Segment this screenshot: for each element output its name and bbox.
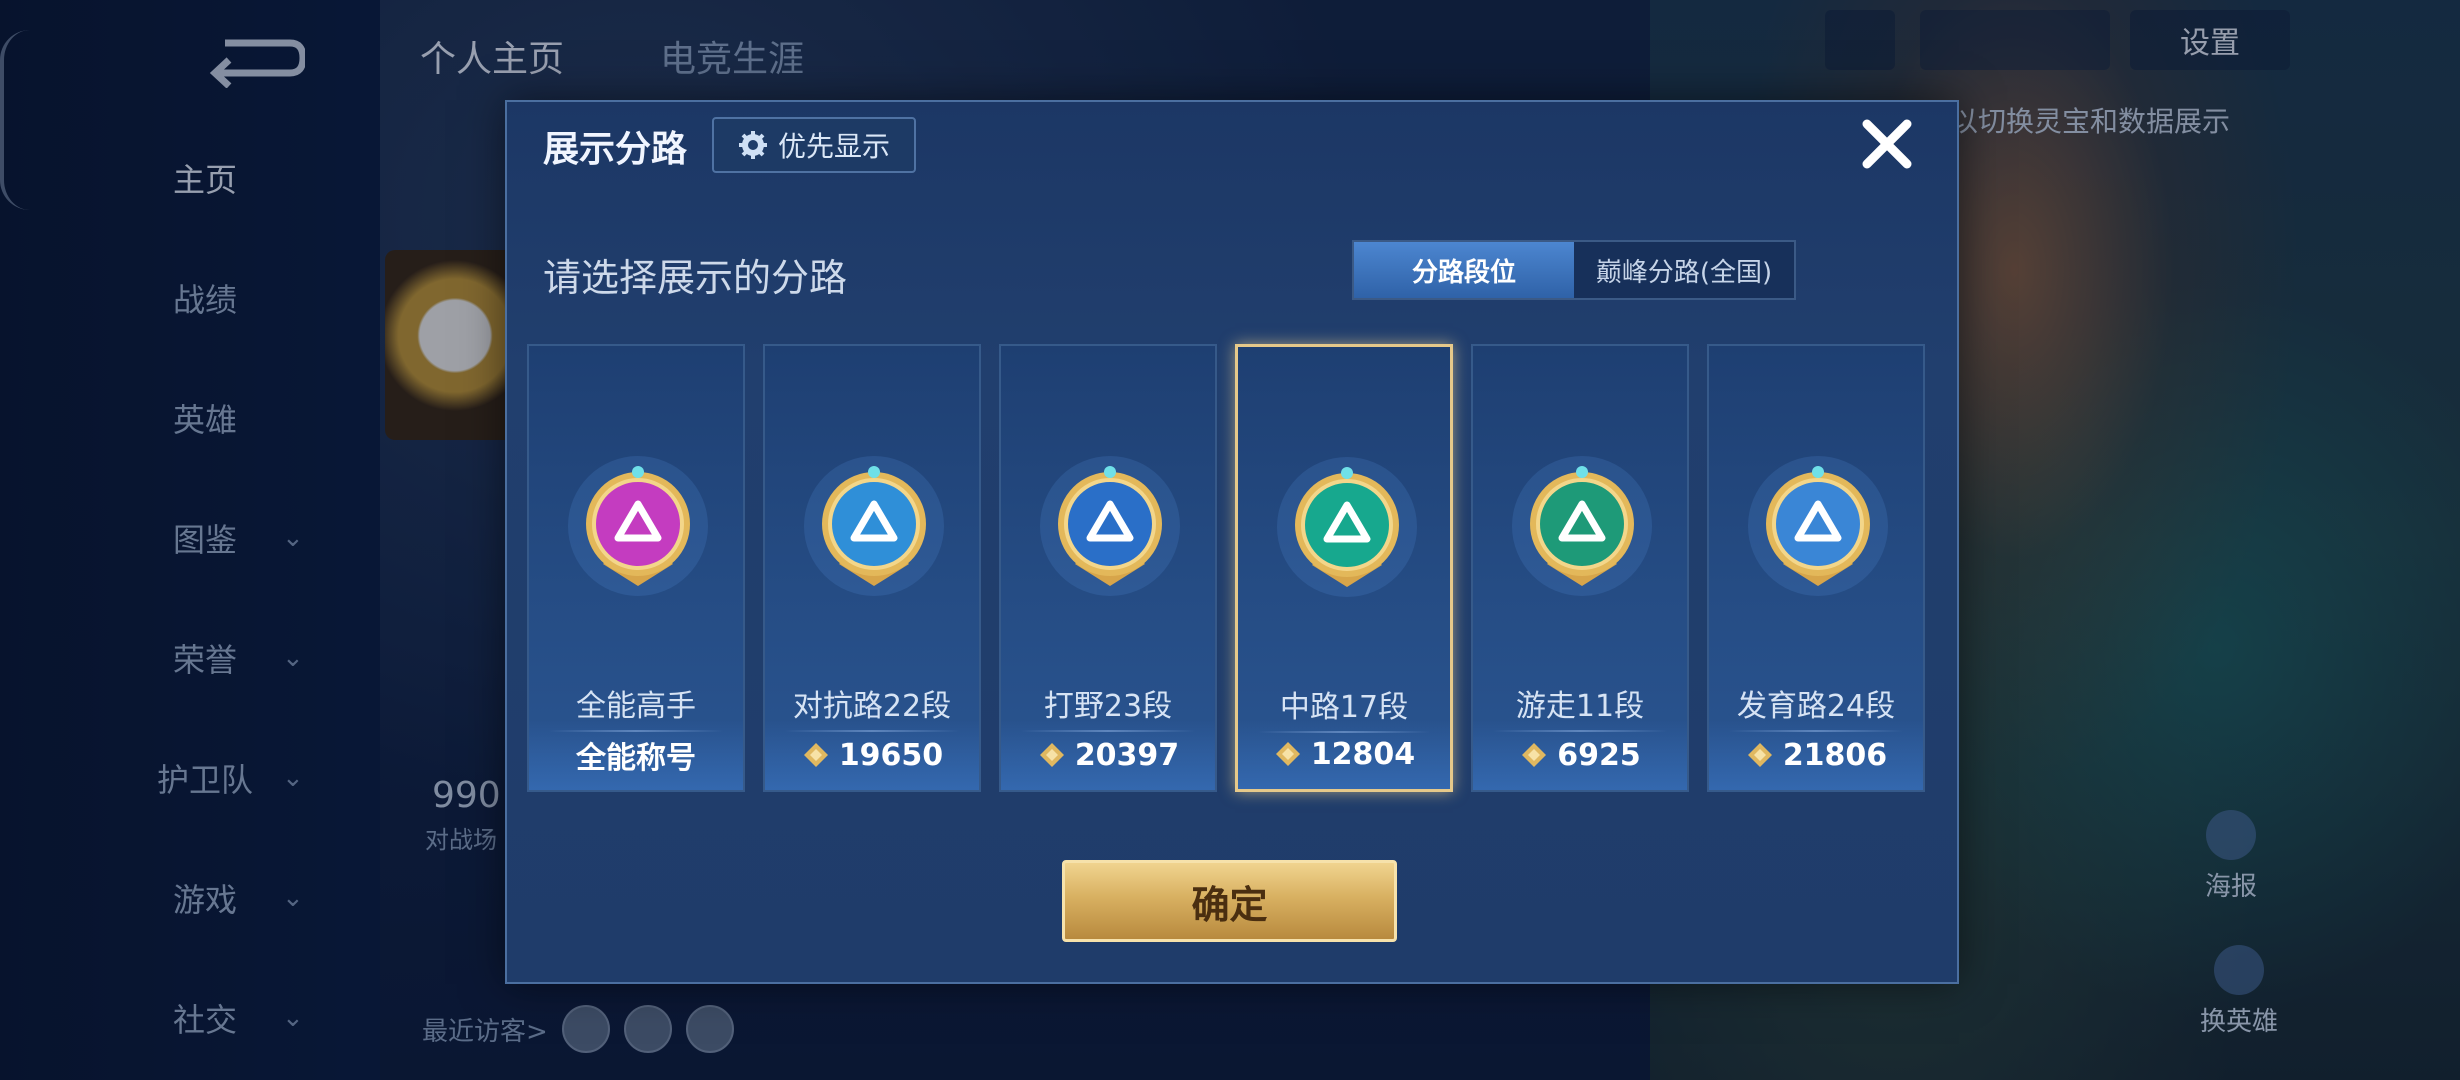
lane-card-value: 19650 xyxy=(765,730,979,780)
close-icon[interactable] xyxy=(1857,114,1917,174)
gear-icon xyxy=(738,131,767,159)
roam-emblem-icon xyxy=(1512,456,1652,596)
lane-card-list: 全能高手 全能称号 对抗路22段 19650 打野23段 20397 中路17段 12804 游… xyxy=(527,344,1925,792)
clash-lane-emblem-icon xyxy=(804,456,944,596)
lane-card[interactable]: 发育路24段 21806 xyxy=(1707,344,1925,792)
lane-card[interactable]: 中路17段 12804 xyxy=(1235,344,1453,792)
jungle-emblem-icon xyxy=(1040,456,1180,596)
lane-card-name: 对抗路22段 xyxy=(792,689,952,724)
lane-card-name: 中路17段 xyxy=(1279,690,1409,725)
lane-card-value: 全能称号 xyxy=(529,730,743,780)
priority-display-label: 优先显示 xyxy=(777,130,890,163)
lane-card-value: 21806 xyxy=(1709,730,1923,780)
lane-card[interactable]: 游走11段 6925 xyxy=(1471,344,1689,792)
dialog-title: 展示分路 xyxy=(543,129,688,170)
lane-card-name: 发育路24段 xyxy=(1736,689,1896,724)
rank-points-icon xyxy=(1522,743,1547,767)
lane-card-value: 20397 xyxy=(1001,730,1215,780)
lane-card-value: 12804 xyxy=(1238,729,1450,779)
lane-card-name: 全能高手 xyxy=(576,689,696,724)
lane-card-value-text: 全能称号 xyxy=(576,741,696,776)
farm-lane-emblem-icon xyxy=(1748,456,1888,596)
lane-card-value-text: 21806 xyxy=(1782,737,1888,773)
rank-points-icon xyxy=(803,743,828,767)
confirm-button[interactable]: 确定 xyxy=(1062,860,1397,942)
lane-card[interactable]: 全能高手 全能称号 xyxy=(527,344,745,792)
lane-card-value-text: 6925 xyxy=(1557,737,1641,773)
lane-card-value-text: 20397 xyxy=(1074,737,1180,773)
mid-lane-emblem-icon xyxy=(1277,457,1417,597)
rank-points-icon xyxy=(1747,743,1772,767)
rank-points-icon xyxy=(1275,742,1300,766)
lane-card-value-text: 19650 xyxy=(838,737,944,773)
tab-lane-rank[interactable]: 分路段位 xyxy=(1354,242,1574,298)
tab-peak-lane[interactable]: 巅峰分路(全国) xyxy=(1574,242,1794,298)
lane-card[interactable]: 打野23段 20397 xyxy=(999,344,1217,792)
lane-type-segment: 分路段位 巅峰分路(全国) xyxy=(1352,240,1796,300)
rank-points-icon xyxy=(1039,743,1064,767)
lane-display-dialog: 展示分路 优先显示 请选择展示的分路 分路段位 巅峰分路(全国) 全能高手全能称… xyxy=(505,100,1959,984)
lane-card-name: 游走11段 xyxy=(1515,689,1645,724)
lane-card-value-text: 12804 xyxy=(1310,736,1416,772)
lane-card-value: 6925 xyxy=(1473,730,1687,780)
lane-card[interactable]: 对抗路22段 19650 xyxy=(763,344,981,792)
lane-card-name: 打野23段 xyxy=(1043,689,1173,724)
priority-display-button[interactable]: 优先显示 xyxy=(712,117,916,173)
dialog-subtitle: 请选择展示的分路 xyxy=(543,256,848,300)
all-round-emblem-icon xyxy=(568,456,708,596)
